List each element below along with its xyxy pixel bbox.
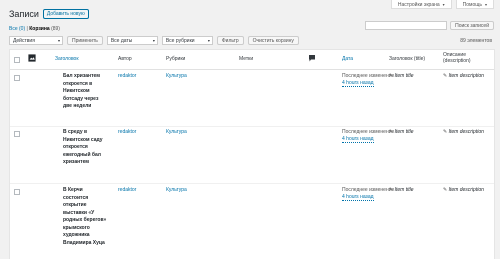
yoast-desc: Item description [448, 129, 484, 135]
filter-all-link[interactable]: Все (0) [9, 26, 25, 32]
screen-options-button[interactable]: Настройки экрана ▾ [390, 0, 452, 9]
post-author[interactable]: redaktor [118, 73, 136, 79]
screen-options-label: Настройки экрана [397, 2, 440, 8]
column-tags: Метки [239, 56, 254, 62]
status-filter-links: Все (0) | Корзина (89) [9, 26, 60, 32]
yoast-desc-cell: ✎ Item description [443, 129, 484, 135]
date-status: Последнее изменение [342, 129, 395, 135]
help-label: Помощь [462, 2, 482, 8]
chevron-down-icon: ▾ [152, 38, 155, 43]
column-date[interactable]: Дата [342, 56, 353, 62]
post-category[interactable]: Культура [166, 73, 187, 79]
separator: | [26, 26, 28, 32]
column-seo-title: Заголовок (title) [389, 56, 426, 62]
add-new-button[interactable]: Добавить новую [42, 9, 89, 19]
date-filter-value: Все даты [110, 38, 133, 44]
column-seo-description: Описание (description) [443, 52, 471, 64]
caret-down-icon: ▾ [484, 2, 487, 7]
apply-button[interactable]: Применить [67, 36, 103, 45]
table-row: Бал хризантем откроется в Никитском ботс… [10, 70, 494, 127]
column-author: Автор [118, 56, 132, 62]
empty-trash-button[interactable]: Очистить корзину [247, 36, 299, 45]
bulk-action-select[interactable]: Действия ▾ [9, 36, 63, 45]
filter-trash-link[interactable]: Корзина [29, 26, 49, 32]
bulk-action-value: Действия [13, 38, 35, 44]
seo-desc-label-2: (description) [443, 58, 471, 64]
posts-table: Заголовок Автор Рубрики Метки Дата Загол… [9, 49, 495, 259]
select-all-checkbox[interactable] [14, 57, 20, 63]
yoast-title-cell: ✎ Item title [389, 73, 414, 79]
table-header: Заголовок Автор Рубрики Метки Дата Загол… [10, 50, 494, 70]
date-status: Последнее изменение [342, 187, 395, 193]
filter-button[interactable]: Фильтр [216, 36, 244, 45]
page-header: Записи Добавить новую [9, 9, 89, 19]
image-column-icon [28, 54, 36, 64]
post-category[interactable]: Культура [166, 187, 187, 193]
help-button[interactable]: Помощь ▾ [455, 0, 494, 9]
yoast-desc-cell: ✎ Item description [443, 187, 484, 193]
tablenav-top: Действия ▾ Применить Все даты ▾ Все рубрик… [9, 36, 299, 45]
yoast-desc: Item description [448, 187, 484, 193]
category-filter-value: Все рубрики [165, 38, 195, 44]
search-button[interactable]: Поиск записей [450, 21, 494, 30]
date-ago: 4 hours назад [342, 194, 374, 201]
date-ago: 4 hours назад [342, 80, 374, 87]
table-row: В среду в Никитском саду откроется ежего… [10, 127, 494, 184]
post-author[interactable]: redaktor [118, 129, 136, 135]
search-box: Поиск записей [365, 21, 494, 30]
row-checkbox[interactable] [14, 189, 20, 195]
screen-meta-links: Настройки экрана ▾ Помощь ▾ [390, 0, 494, 9]
column-categories: Рубрики [166, 56, 186, 62]
post-title[interactable]: В среду в Никитском саду откроется ежего… [63, 129, 107, 167]
table-row: В Керчи состоится открытие выставки «У р… [10, 184, 494, 259]
yoast-title: Item title [394, 73, 414, 79]
chevron-down-icon: ▾ [57, 38, 60, 43]
trash-count: (89) [51, 26, 60, 32]
category-filter-select[interactable]: Все рубрики ▾ [161, 36, 213, 45]
yoast-title: Item title [394, 187, 414, 193]
yoast-desc-cell: ✎ Item description [443, 73, 484, 79]
yoast-desc: Item description [448, 73, 484, 79]
post-title[interactable]: Бал хризантем откроется в Никитском ботс… [63, 73, 107, 111]
post-category[interactable]: Культура [166, 129, 187, 135]
post-title[interactable]: В Керчи состоится открытие выставки «У р… [63, 187, 107, 247]
column-title[interactable]: Заголовок [55, 56, 79, 62]
post-author[interactable]: redaktor [118, 187, 136, 193]
caret-down-icon: ▾ [442, 2, 445, 7]
date-status: Последнее изменение [342, 73, 395, 79]
chevron-down-icon: ▾ [207, 38, 210, 43]
yoast-title-cell: ✎ Item title [389, 129, 414, 135]
comments-column-icon [309, 55, 315, 64]
search-input[interactable] [365, 21, 448, 30]
post-date: Последнее изменение 4 hours назад [342, 129, 394, 143]
items-count: 89 элементов [460, 38, 492, 44]
yoast-title: Item title [394, 129, 414, 135]
post-date: Последнее изменение 4 hours назад [342, 187, 394, 201]
row-checkbox[interactable] [14, 75, 20, 81]
page-title: Записи [9, 9, 39, 19]
yoast-title-cell: ✎ Item title [389, 187, 414, 193]
row-checkbox[interactable] [14, 131, 20, 137]
date-filter-select[interactable]: Все даты ▾ [106, 36, 158, 45]
date-ago: 4 hours назад [342, 136, 374, 143]
post-date: Последнее изменение 4 hours назад [342, 73, 394, 87]
